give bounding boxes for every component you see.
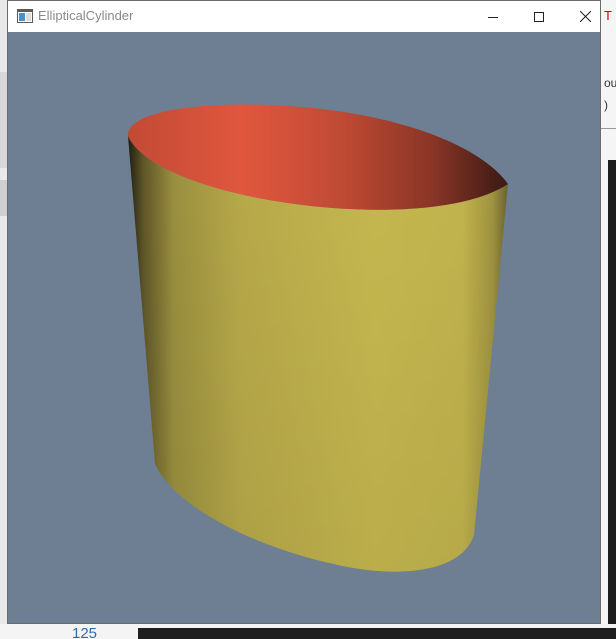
background-line-number: 125 xyxy=(72,626,98,639)
render-viewport[interactable] xyxy=(8,32,600,623)
app-window[interactable]: EllipticalCylinder xyxy=(7,0,601,624)
maximize-icon xyxy=(534,11,544,22)
window-app-icon xyxy=(17,9,33,23)
background-right-text: ou xyxy=(604,76,616,90)
maximize-button[interactable] xyxy=(516,1,562,32)
background-editor-bottom xyxy=(138,628,616,639)
background-right-text: ) xyxy=(604,98,608,112)
background-divider xyxy=(601,128,616,129)
window-title: EllipticalCylinder xyxy=(38,8,134,23)
close-button[interactable] xyxy=(562,1,608,32)
elliptical-cylinder[interactable] xyxy=(8,32,600,623)
minimize-icon xyxy=(488,16,498,18)
close-icon xyxy=(579,11,591,22)
title-bar[interactable]: EllipticalCylinder xyxy=(8,1,600,32)
background-editor-panel xyxy=(608,160,616,628)
minimize-button[interactable] xyxy=(470,1,516,32)
